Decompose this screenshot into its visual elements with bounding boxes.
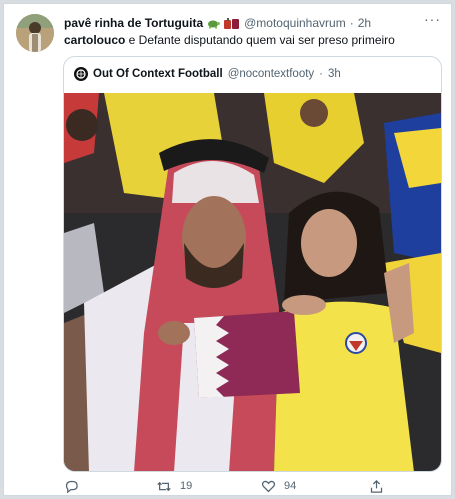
quoted-tweet-time[interactable]: 3h	[328, 68, 341, 80]
author-handle[interactable]: @motoquinhavrum	[244, 16, 346, 30]
like-button[interactable]: 94	[261, 479, 296, 494]
retweet-button[interactable]: 19	[156, 479, 192, 494]
quoted-tweet-header: Out Of Context Football @nocontextfooty …	[74, 65, 341, 83]
share-button[interactable]	[369, 479, 384, 494]
retweet-count: 19	[180, 480, 193, 492]
quoted-avatar[interactable]	[74, 67, 88, 81]
more-icon[interactable]: ···	[424, 12, 441, 26]
quoted-tweet[interactable]: Out Of Context Football @nocontextfooty …	[63, 56, 442, 472]
quoted-author-name[interactable]: Out Of Context Football	[93, 68, 223, 80]
tweet-header: pavê rinha de Tortuguita @motoquinhavrum…	[64, 14, 415, 32]
share-icon	[369, 479, 384, 494]
quoted-author-handle[interactable]: @nocontextfooty	[228, 68, 314, 80]
tweet-text: cartolouco e Defante disputando quem vai…	[64, 32, 435, 48]
like-count: 94	[284, 480, 297, 492]
avatar[interactable]	[16, 14, 54, 52]
tweet-card[interactable]: pavê rinha de Tortuguita @motoquinhavrum…	[3, 3, 452, 496]
tweet-time[interactable]: 2h	[358, 16, 371, 30]
reply-icon	[64, 479, 79, 494]
quoted-media-image[interactable]	[64, 93, 441, 471]
turtle-emoji-icon	[207, 18, 221, 29]
author-name[interactable]: pavê rinha de Tortuguita	[64, 16, 203, 30]
retweet-icon	[156, 479, 172, 494]
heart-icon	[261, 479, 276, 494]
tweet-mention[interactable]: cartolouco	[64, 33, 125, 47]
separator-dot: ·	[349, 16, 354, 30]
siren-emoji-icon	[224, 17, 240, 29]
reply-button[interactable]	[64, 479, 87, 494]
quoted-separator-dot: ·	[319, 68, 324, 80]
tweet-actions: 19 94	[64, 476, 435, 496]
tweet-text-body: e Defante disputando quem vai ser preso …	[125, 33, 395, 47]
